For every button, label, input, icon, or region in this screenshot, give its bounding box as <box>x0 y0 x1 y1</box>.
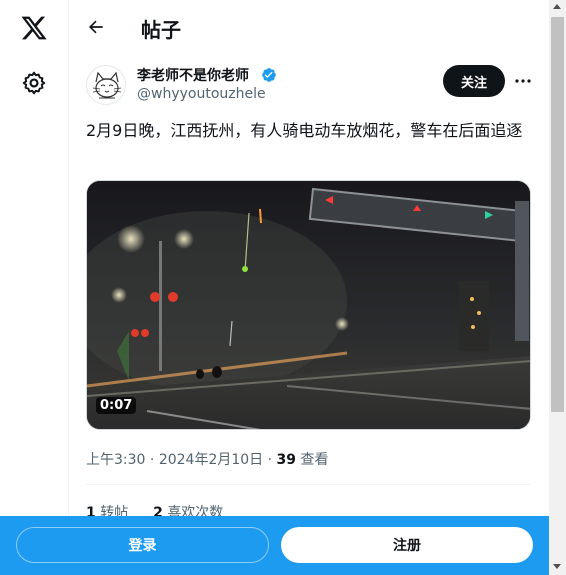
post-meta: 上午3:30 · 2024年2月10日 · 39 查看 <box>86 449 328 469</box>
x-logo-icon[interactable] <box>19 14 49 42</box>
author-name[interactable]: 李老师不是你老师 <box>137 65 249 85</box>
separator: · <box>267 452 273 468</box>
cat-sketch-icon <box>92 71 122 99</box>
scrollbar-thumb[interactable] <box>551 17 564 412</box>
signup-button[interactable]: 注册 <box>281 527 533 563</box>
views-label: 查看 <box>300 452 329 468</box>
video-duration: 0:07 <box>96 397 137 414</box>
gear-icon[interactable] <box>21 70 47 96</box>
post-time[interactable]: 上午3:30 <box>86 452 145 468</box>
avatar[interactable] <box>86 65 126 105</box>
login-banner: 登录 注册 <box>0 516 549 575</box>
header: 帖子 <box>70 0 549 53</box>
left-rail <box>0 0 69 575</box>
more-icon[interactable] <box>513 73 533 89</box>
post-date[interactable]: 2024年2月10日 <box>159 452 263 468</box>
night-street-scene <box>87 181 530 429</box>
author-handle[interactable]: @whyyoutouzhele <box>137 86 266 102</box>
scrollbar[interactable] <box>549 0 566 575</box>
scroll-down-icon[interactable] <box>553 564 561 569</box>
page-title: 帖子 <box>141 18 181 42</box>
verified-badge-icon <box>262 68 276 82</box>
follow-button[interactable]: 关注 <box>443 65 505 97</box>
back-arrow-icon[interactable] <box>86 17 106 37</box>
post-text: 2月9日晚，江西抚州，有人骑电动车放烟花，警车在后面追逐 <box>86 121 523 140</box>
scroll-up-icon[interactable] <box>553 4 561 9</box>
divider <box>86 484 531 485</box>
login-button[interactable]: 登录 <box>16 527 269 563</box>
page: 帖子 李老师不是你老师 @whyyoutouzhele 关注 2月9日晚，江西抚… <box>0 0 566 575</box>
views-count: 39 <box>276 452 297 468</box>
separator: · <box>149 452 155 468</box>
post-video[interactable] <box>86 180 531 430</box>
